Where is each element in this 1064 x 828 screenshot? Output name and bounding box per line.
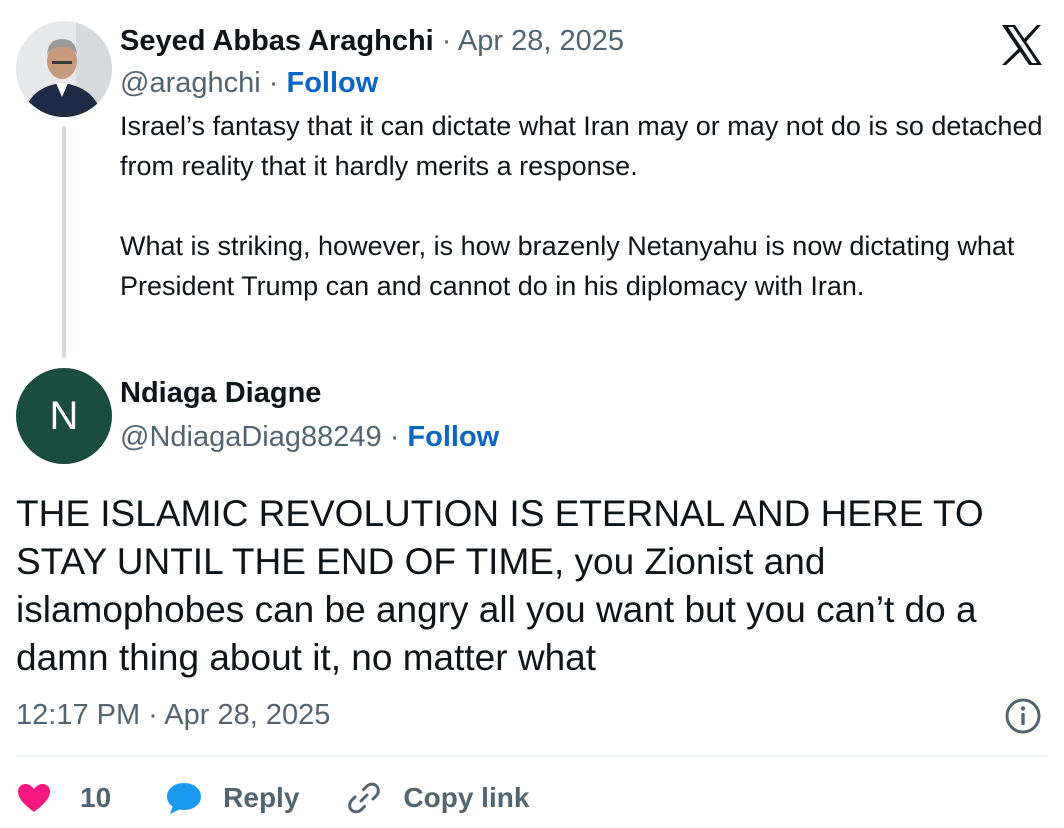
link-icon bbox=[348, 782, 381, 814]
like-count: 10 bbox=[80, 782, 112, 813]
action-bar: 10 Reply Copy link bbox=[16, 776, 529, 820]
info-icon[interactable] bbox=[1004, 697, 1042, 735]
reply-follow-button[interactable]: Follow bbox=[407, 421, 499, 453]
thread-connector-line bbox=[62, 126, 66, 358]
x-logo-icon[interactable] bbox=[1000, 24, 1044, 66]
heart-icon bbox=[18, 784, 50, 812]
ndiaga-avatar[interactable]: N bbox=[16, 368, 112, 464]
original-paragraph: What is striking, however, is how brazen… bbox=[120, 231, 1015, 301]
speech-bubble-icon bbox=[167, 783, 202, 814]
reply-label: Reply bbox=[223, 782, 300, 813]
original-follow-button[interactable]: Follow bbox=[286, 67, 378, 99]
reply-handle-row: @NdiagaDiag88249 · Follow bbox=[120, 420, 499, 454]
reply-handle[interactable]: @NdiagaDiag88249 bbox=[120, 421, 382, 453]
copy-link-label: Copy link bbox=[403, 782, 530, 813]
reply-author-name[interactable]: Ndiaga Diagne bbox=[120, 376, 321, 410]
reply-timestamp[interactable]: 12:17 PM · Apr 28, 2025 bbox=[16, 698, 330, 732]
reply-tweet-text: THE ISLAMIC REVOLUTION IS ETERNAL AND HE… bbox=[16, 493, 984, 678]
original-date[interactable]: Apr 28, 2025 bbox=[458, 25, 624, 57]
original-tweet-text: Israel’s fantasy that it can dictate wha… bbox=[120, 106, 1050, 306]
divider bbox=[16, 755, 1048, 757]
original-paragraph: Israel’s fantasy that it can dictate wha… bbox=[120, 111, 1043, 181]
original-separator: · bbox=[441, 25, 452, 57]
original-handle-separator: · bbox=[268, 67, 279, 99]
original-handle-row: @araghchi · Follow bbox=[120, 66, 378, 100]
original-author-name[interactable]: Seyed Abbas Araghchi bbox=[120, 25, 434, 57]
copy-link-button[interactable]: Copy link bbox=[345, 779, 529, 817]
reply-handle-separator: · bbox=[389, 421, 400, 453]
avatar-initial: N bbox=[49, 393, 79, 438]
reply-button[interactable]: Reply bbox=[165, 781, 299, 815]
araghchi-avatar[interactable] bbox=[16, 21, 112, 117]
like-button[interactable]: 10 bbox=[16, 781, 111, 815]
original-header: Seyed Abbas Araghchi · Apr 28, 2025 bbox=[120, 24, 624, 58]
original-handle[interactable]: @araghchi bbox=[120, 67, 261, 99]
